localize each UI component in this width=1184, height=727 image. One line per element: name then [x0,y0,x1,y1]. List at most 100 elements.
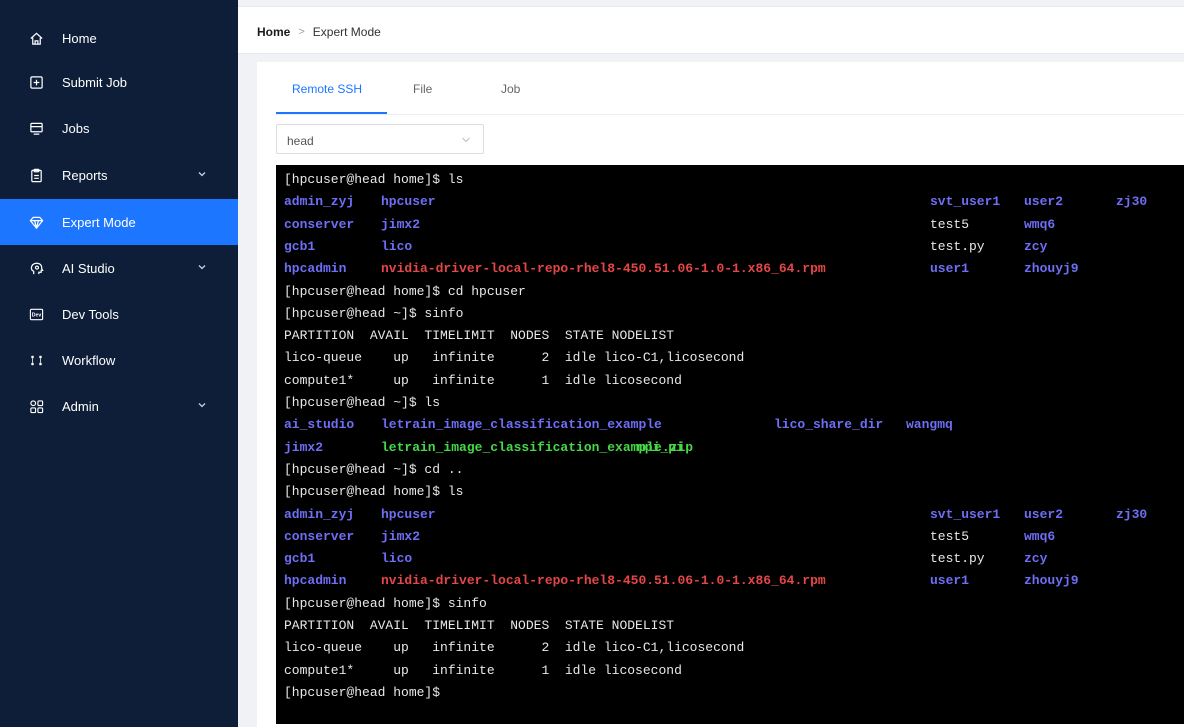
terminal-text: compute1* up infinite 1 idle licosecond [284,372,682,388]
breadcrumb-current: Expert Mode [312,25,381,39]
node-select-value: head [287,134,314,148]
terminal-text: lico_share_dir [774,417,884,433]
ssh-terminal[interactable]: [hpcuser@head home]$ ls admin_zyj hpcuser s… [276,165,1184,724]
sidebar-item-label: Reports [62,167,108,183]
terminal-text: [hpcuser@head home]$ [284,684,441,700]
terminal-text: user2 [1024,506,1064,522]
sidebar-item-home[interactable]: Home [0,15,238,61]
terminal-text: user1 [930,573,970,589]
terminal-text: zcy [1024,551,1048,567]
chevron-down-icon [198,265,206,270]
chevron-down-icon [198,172,206,177]
terminal-text: user2 [1024,194,1064,210]
sidebar-item-label: AI Studio [62,260,115,276]
terminal-text: jimx2 [284,439,324,455]
terminal-text: hpcadmin [284,261,347,277]
breadcrumb: Home > Expert Mode [257,25,381,39]
terminal-text: nvidia-driver-local-repo-rhel8-450.51.06… [381,573,826,589]
terminal-text: test5 [930,528,970,544]
terminal-text: lico-queue up infinite 2 idle lico-C1,li… [284,640,745,656]
terminal-text: nvidia-driver-local-repo-rhel8-450.51.06… [381,261,826,277]
terminal-text: gcb1 [284,238,316,254]
main-content: Home > Expert Mode Remote SSH File Job h… [238,0,1184,727]
terminal-text: zcy [1024,238,1048,254]
terminal-text: test.py [930,238,985,254]
svg-text:Dev: Dev [31,312,41,318]
terminal-text: conserver [284,216,355,232]
jobs-icon [28,120,44,136]
chevron-down-icon [462,137,470,143]
sidebar-item-label: Admin [62,398,99,414]
sidebar-item-label: Dev Tools [62,306,119,322]
terminal-text: lico [381,551,413,567]
terminal-text: hpcuser [381,506,436,522]
terminal-text: lico-queue up infinite 2 idle lico-C1,li… [284,350,745,366]
terminal-text: zhouyj9 [1024,261,1079,277]
tab-divider [276,114,1184,115]
sidebar-item-dev-tools[interactable]: Dev Dev Tools [0,291,238,337]
terminal-text: PARTITION AVAIL TIMELIMIT NODES STATE NO… [284,618,675,633]
terminal-text: [hpcuser@head home]$ ls [284,172,464,187]
header-bar: Home > Expert Mode [238,6,1184,54]
terminal-text: svt_user1 [930,194,1001,210]
terminal-text: user1 [930,261,970,277]
node-select[interactable]: head [276,124,484,154]
chevron-down-icon [198,403,206,408]
terminal-text: letrain_image_classification_example [381,417,662,433]
terminal-text: hpcuser [381,194,436,210]
terminal-text: test5 [930,216,970,232]
terminal-text: PARTITION AVAIL TIMELIMIT NODES STATE NO… [284,328,675,344]
workflow-icon [28,352,44,368]
tab-file[interactable]: File [413,82,432,96]
sidebar-item-admin[interactable]: Admin [0,383,238,429]
terminal-text: zj30 [1116,194,1148,210]
terminal-text: wmq6 [1024,216,1056,232]
home-icon [28,30,44,46]
terminal-text: svt_user1 [930,506,1001,522]
terminal-text: [hpcuser@head home]$ sinfo [284,595,487,611]
sidebar-item-label: Workflow [62,352,116,368]
terminal-text: zj30 [1116,506,1148,522]
brain-icon [28,260,44,276]
terminal-text: jimx2 [381,528,421,544]
sidebar-item-label: Submit Job [62,74,128,90]
sidebar-item-label: Home [62,30,97,46]
sidebar: Home Submit Job Jobs Reports Expert Mode… [0,0,238,727]
tab-job[interactable]: Job [501,82,520,96]
clipboard-icon [28,167,44,183]
terminal-text: conserver [284,528,355,544]
terminal-text: [hpcuser@head ~]$ ls [284,395,441,410]
terminal-text: mpi_pi [637,439,684,455]
tab-remote-ssh[interactable]: Remote SSH [292,82,362,96]
terminal-text: admin_zyj [284,194,355,210]
terminal-text: hpcadmin [284,573,347,589]
terminal-text: [hpcuser@head home]$ cd hpcuser [284,283,526,299]
sidebar-item-expert-mode[interactable]: Expert Mode [0,199,238,245]
terminal-text: wangmq [906,417,953,433]
sidebar-item-reports[interactable]: Reports [0,152,238,198]
terminal-text: zhouyj9 [1024,573,1079,589]
expert-mode-panel: Remote SSH File Job head [hpcuser@head h… [257,62,1184,727]
terminal-text: jimx2 [381,216,421,232]
active-tab-indicator [276,112,387,114]
terminal-text: [hpcuser@head ~]$ cd .. [284,461,464,477]
sidebar-item-submit-job[interactable]: Submit Job [0,59,238,105]
diamond-icon [28,214,44,230]
terminal-text: [hpcuser@head ~]$ sinfo [284,305,464,321]
terminal-text: ai_studio [284,417,355,433]
sidebar-item-ai-studio[interactable]: AI Studio [0,245,238,291]
sidebar-item-workflow[interactable]: Workflow [0,337,238,383]
sidebar-item-label: Expert Mode [62,214,136,230]
dev-icon: Dev [28,306,44,322]
sidebar-item-label: Jobs [62,120,90,136]
terminal-text: test.py [930,551,985,567]
terminal-text: admin_zyj [284,506,355,522]
terminal-text: wmq6 [1024,528,1056,544]
terminal-text: gcb1 [284,551,316,567]
admin-grid-icon [28,398,44,414]
sidebar-item-jobs[interactable]: Jobs [0,105,238,151]
plus-square-icon [28,74,44,90]
breadcrumb-home-link[interactable]: Home [257,25,290,39]
terminal-text: compute1* up infinite 1 idle licosecond [284,662,682,678]
terminal-text: [hpcuser@head home]$ ls [284,484,464,500]
